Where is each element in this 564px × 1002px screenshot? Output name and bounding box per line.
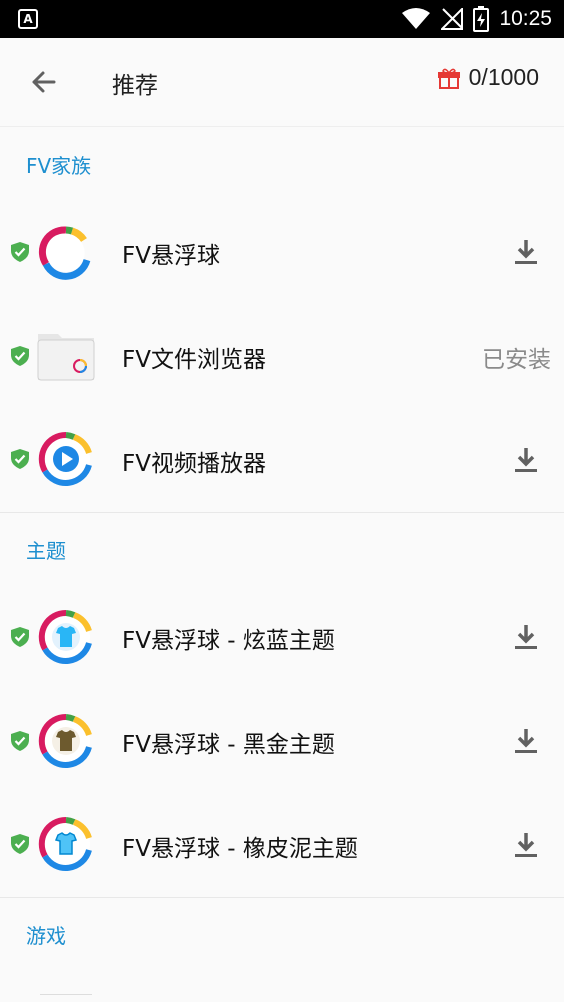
download-icon[interactable] [510,829,542,861]
a-icon: A [18,9,38,29]
theme-black-gold-app-icon [38,713,92,768]
clock: 10:25 [499,7,552,30]
app-bar: 推荐 0/1000 [0,38,564,127]
list-item[interactable]: FV悬浮球 [0,200,564,304]
no-signal-icon [441,8,464,30]
app-name: FV视频播放器 [122,451,266,477]
download-icon[interactable] [510,236,542,268]
fv-floating-ball-app-icon [38,226,92,280]
app-name: FV悬浮球 [122,243,220,269]
section-header: 主题 [26,539,66,563]
theme-blue-app-icon [38,609,92,664]
shield-check-icon [11,449,29,469]
download-icon[interactable] [510,444,542,476]
page-title: 推荐 [112,73,158,99]
divider [0,897,564,898]
app-name: FV文件浏览器 [122,347,266,373]
wifi-icon [402,8,431,29]
app-name: FV悬浮球 - 黑金主题 [122,732,335,758]
section-header: FV家族 [26,154,92,178]
theme-plasticine-app-icon [38,816,92,871]
list-item[interactable]: FV视频播放器 [0,408,564,512]
status-icons: 10:25 [401,0,552,38]
list-item[interactable]: FV悬浮球 - 炫蓝主题 [0,585,564,689]
fv-video-player-app-icon [38,431,92,486]
partial-app-icon [40,994,92,995]
installed-label: 已安装 [482,347,551,373]
app-name: FV悬浮球 - 橡皮泥主题 [122,836,358,862]
shield-check-icon [11,731,29,751]
gift-icon [437,68,460,89]
status-bar: A 10:25 [0,0,564,38]
app-name: FV悬浮球 - 炫蓝主题 [122,628,335,654]
fv-file-browser-app-icon [37,334,95,381]
points-display[interactable]: 0/1000 [437,64,539,91]
battery-charging-icon [473,6,490,32]
list-item[interactable]: FV悬浮球 - 橡皮泥主题 [0,793,564,897]
list-item[interactable]: FV文件浏览器 已安装 [0,304,564,408]
shield-check-icon [11,627,29,647]
shield-check-icon [11,242,29,262]
shield-check-icon [11,834,29,854]
shield-check-icon [11,346,29,366]
points-counter: 0/1000 [468,64,539,90]
download-icon[interactable] [510,621,542,653]
section-header: 游戏 [26,924,66,948]
back-arrow-icon[interactable] [24,62,64,102]
list-item[interactable]: FV悬浮球 - 黑金主题 [0,689,564,793]
divider [0,512,564,513]
download-icon[interactable] [510,725,542,757]
